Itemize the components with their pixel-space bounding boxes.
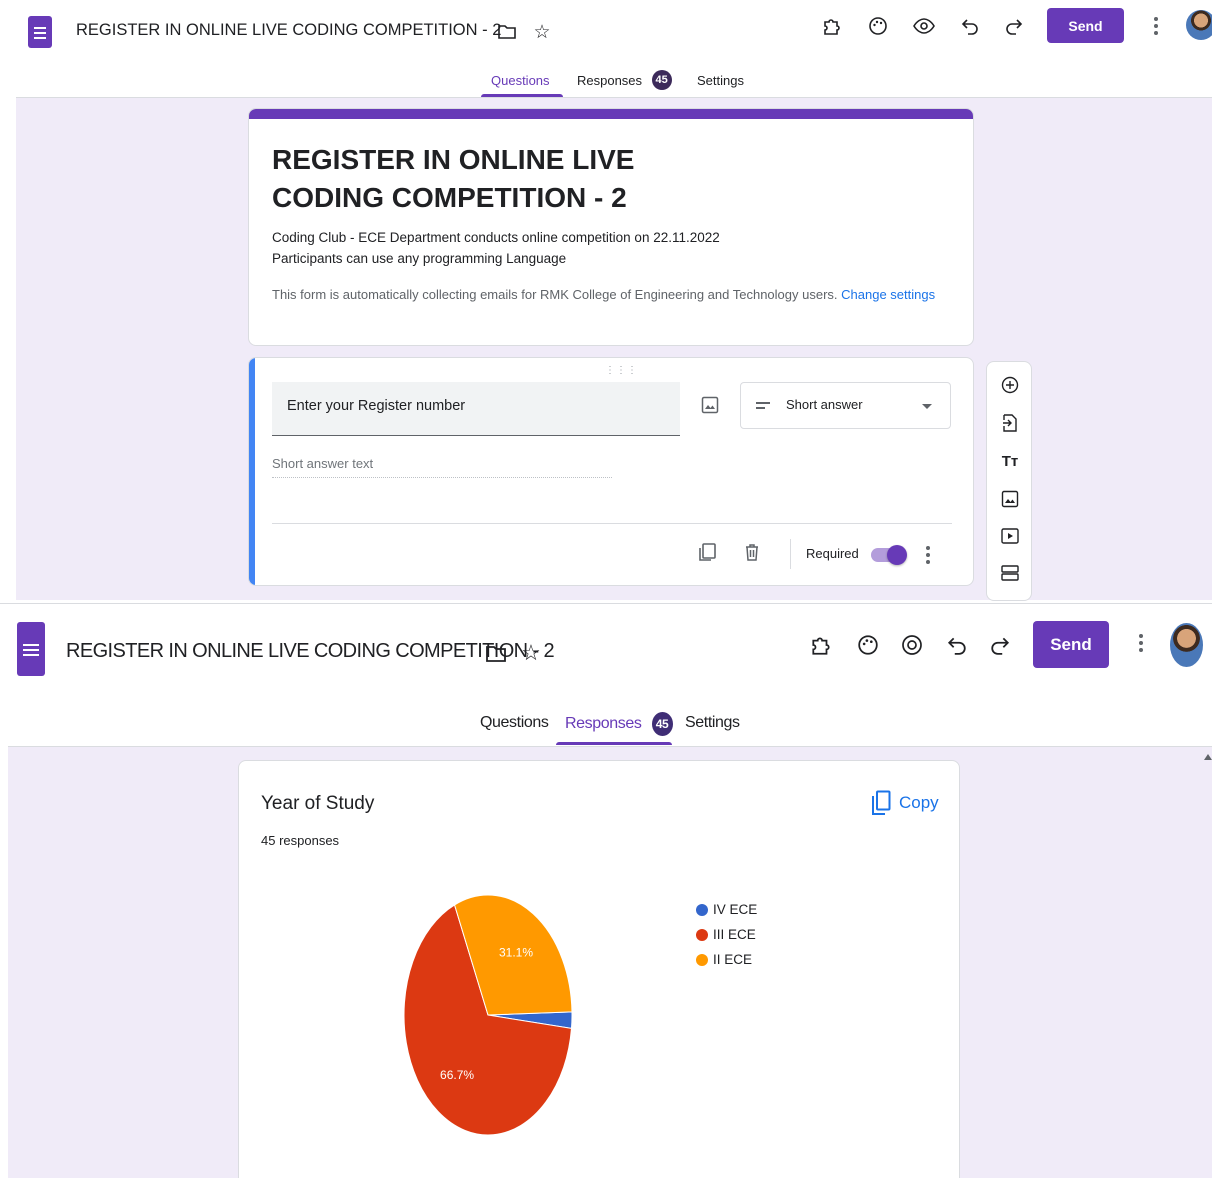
tab-responses-label: Responses — [577, 73, 643, 88]
description-line-2: Participants can use any programming Lan… — [272, 251, 567, 266]
dropdown-arrow-icon — [922, 404, 932, 409]
form-doc-title[interactable]: REGISTER IN ONLINE LIVE CODING COMPETITI… — [66, 640, 555, 663]
summary-response-count: 45 responses — [261, 833, 340, 848]
forms-logo-icon[interactable] — [17, 622, 45, 676]
legend-label: III ECE — [713, 927, 756, 942]
pie-data-label: 31.1% — [499, 945, 533, 959]
pie-chart: 66.7% 31.1% — [403, 894, 573, 1136]
import-questions-icon[interactable] — [1000, 413, 1020, 433]
star-icon[interactable]: ☆ — [518, 640, 544, 666]
question-type-label: Short answer — [786, 397, 863, 412]
question-footer-divider — [272, 523, 952, 524]
preview-eye-icon[interactable] — [899, 632, 925, 658]
questions-view-panel: REGISTER IN ONLINE LIVE CODING COMPETITI… — [0, 0, 1212, 601]
responses-count-badge: 45 — [651, 70, 672, 91]
email-note-text: This form is automatically collecting em… — [272, 287, 838, 302]
pie-data-label: 66.7% — [440, 1068, 474, 1082]
tab-responses-label: Responses — [565, 715, 642, 733]
summary-question-title: Year of Study — [261, 793, 375, 814]
add-question-icon[interactable] — [1000, 375, 1020, 395]
form-description[interactable]: Coding Club - ECE Department conducts on… — [272, 227, 720, 269]
form-title[interactable]: REGISTER IN ONLINE LIVE CODING COMPETITI… — [272, 141, 692, 217]
pie-slice-iv-ece[interactable] — [487, 1011, 573, 1029]
toggle-knob — [887, 545, 907, 565]
avatar[interactable] — [1170, 623, 1203, 667]
active-tab-indicator — [556, 742, 672, 745]
question-title-input[interactable]: Enter your Register number — [272, 382, 680, 436]
legend-swatch — [696, 928, 708, 941]
responses-view-panel: REGISTER IN ONLINE LIVE CODING COMPETITI… — [0, 603, 1212, 1178]
delete-icon[interactable] — [742, 542, 762, 562]
folder-icon[interactable] — [484, 642, 508, 666]
tab-settings[interactable]: Settings — [685, 714, 740, 732]
title-card-accent — [249, 109, 973, 119]
send-button[interactable]: Send — [1033, 621, 1109, 668]
description-line-1: Coding Club - ECE Department conducts on… — [272, 230, 720, 245]
short-answer-placeholder: Short answer text — [272, 456, 612, 478]
question-type-select[interactable]: Short answer — [740, 382, 951, 429]
form-doc-title[interactable]: REGISTER IN ONLINE LIVE CODING COMPETITI… — [76, 21, 501, 40]
tab-responses[interactable]: Responses 45 — [577, 70, 672, 91]
pie-slice-iii-ece[interactable] — [403, 904, 573, 1136]
forms-logo-icon[interactable] — [28, 16, 52, 48]
tab-settings[interactable]: Settings — [697, 73, 744, 88]
drag-handle-icon[interactable]: ⋮⋮⋮ — [605, 365, 638, 376]
legend-item: II ECE — [696, 947, 757, 972]
star-icon[interactable]: ☆ — [531, 21, 553, 43]
copy-label: Copy — [899, 793, 939, 812]
required-toggle[interactable] — [871, 545, 907, 565]
question-summary-card: Year of Study 45 responses Copy 66.7% 31.… — [238, 760, 960, 1178]
addons-puzzle-icon[interactable] — [808, 632, 834, 658]
redo-icon[interactable] — [987, 632, 1013, 658]
footer-separator — [790, 539, 791, 569]
tab-responses[interactable]: Responses 45 — [565, 712, 673, 736]
undo-icon[interactable] — [958, 14, 982, 38]
send-button[interactable]: Send — [1047, 8, 1124, 43]
email-collection-note: This form is automatically collecting em… — [272, 285, 952, 304]
active-question-edge — [249, 358, 255, 585]
copy-chart-button[interactable]: Copy — [871, 789, 939, 817]
more-options-icon[interactable] — [1154, 17, 1158, 35]
tab-questions[interactable]: Questions — [480, 714, 549, 732]
required-label: Required — [806, 546, 859, 561]
addons-puzzle-icon[interactable] — [820, 14, 844, 38]
avatar[interactable] — [1186, 10, 1212, 40]
legend-label: II ECE — [713, 952, 753, 967]
add-image-icon[interactable] — [1000, 489, 1020, 509]
add-title-icon[interactable]: Tт — [1000, 451, 1020, 471]
folder-icon[interactable] — [497, 22, 517, 42]
duplicate-icon[interactable] — [697, 542, 717, 562]
more-options-icon[interactable] — [1139, 634, 1143, 652]
legend-swatch — [696, 903, 708, 916]
redo-icon[interactable] — [1002, 14, 1026, 38]
add-image-icon[interactable] — [701, 396, 719, 414]
legend-item: IV ECE — [696, 897, 757, 922]
add-section-icon[interactable] — [1000, 563, 1020, 583]
scroll-up-icon[interactable] — [1204, 754, 1212, 760]
question-more-icon[interactable] — [926, 546, 930, 564]
undo-icon[interactable] — [944, 632, 970, 658]
floating-toolbar: Tт — [986, 361, 1032, 601]
copy-icon — [872, 790, 891, 815]
legend-label: IV ECE — [713, 902, 758, 917]
change-settings-link[interactable]: Change settings — [841, 287, 935, 302]
legend-swatch — [696, 953, 708, 966]
palette-icon[interactable] — [855, 632, 881, 658]
legend-item: III ECE — [696, 922, 757, 947]
tab-questions[interactable]: Questions — [491, 73, 550, 88]
form-title-card[interactable]: REGISTER IN ONLINE LIVE CODING COMPETITI… — [248, 108, 974, 346]
palette-icon[interactable] — [866, 14, 890, 38]
preview-eye-icon[interactable] — [912, 14, 936, 38]
chart-legend: IV ECE III ECE II ECE — [696, 897, 757, 972]
short-answer-icon — [756, 402, 770, 412]
question-card[interactable]: ⋮⋮⋮ Enter your Register number Short ans… — [248, 357, 974, 586]
responses-count-badge: 45 — [651, 712, 673, 736]
pie-slice-ii-ece[interactable] — [453, 894, 573, 1016]
add-video-icon[interactable] — [1000, 526, 1020, 546]
